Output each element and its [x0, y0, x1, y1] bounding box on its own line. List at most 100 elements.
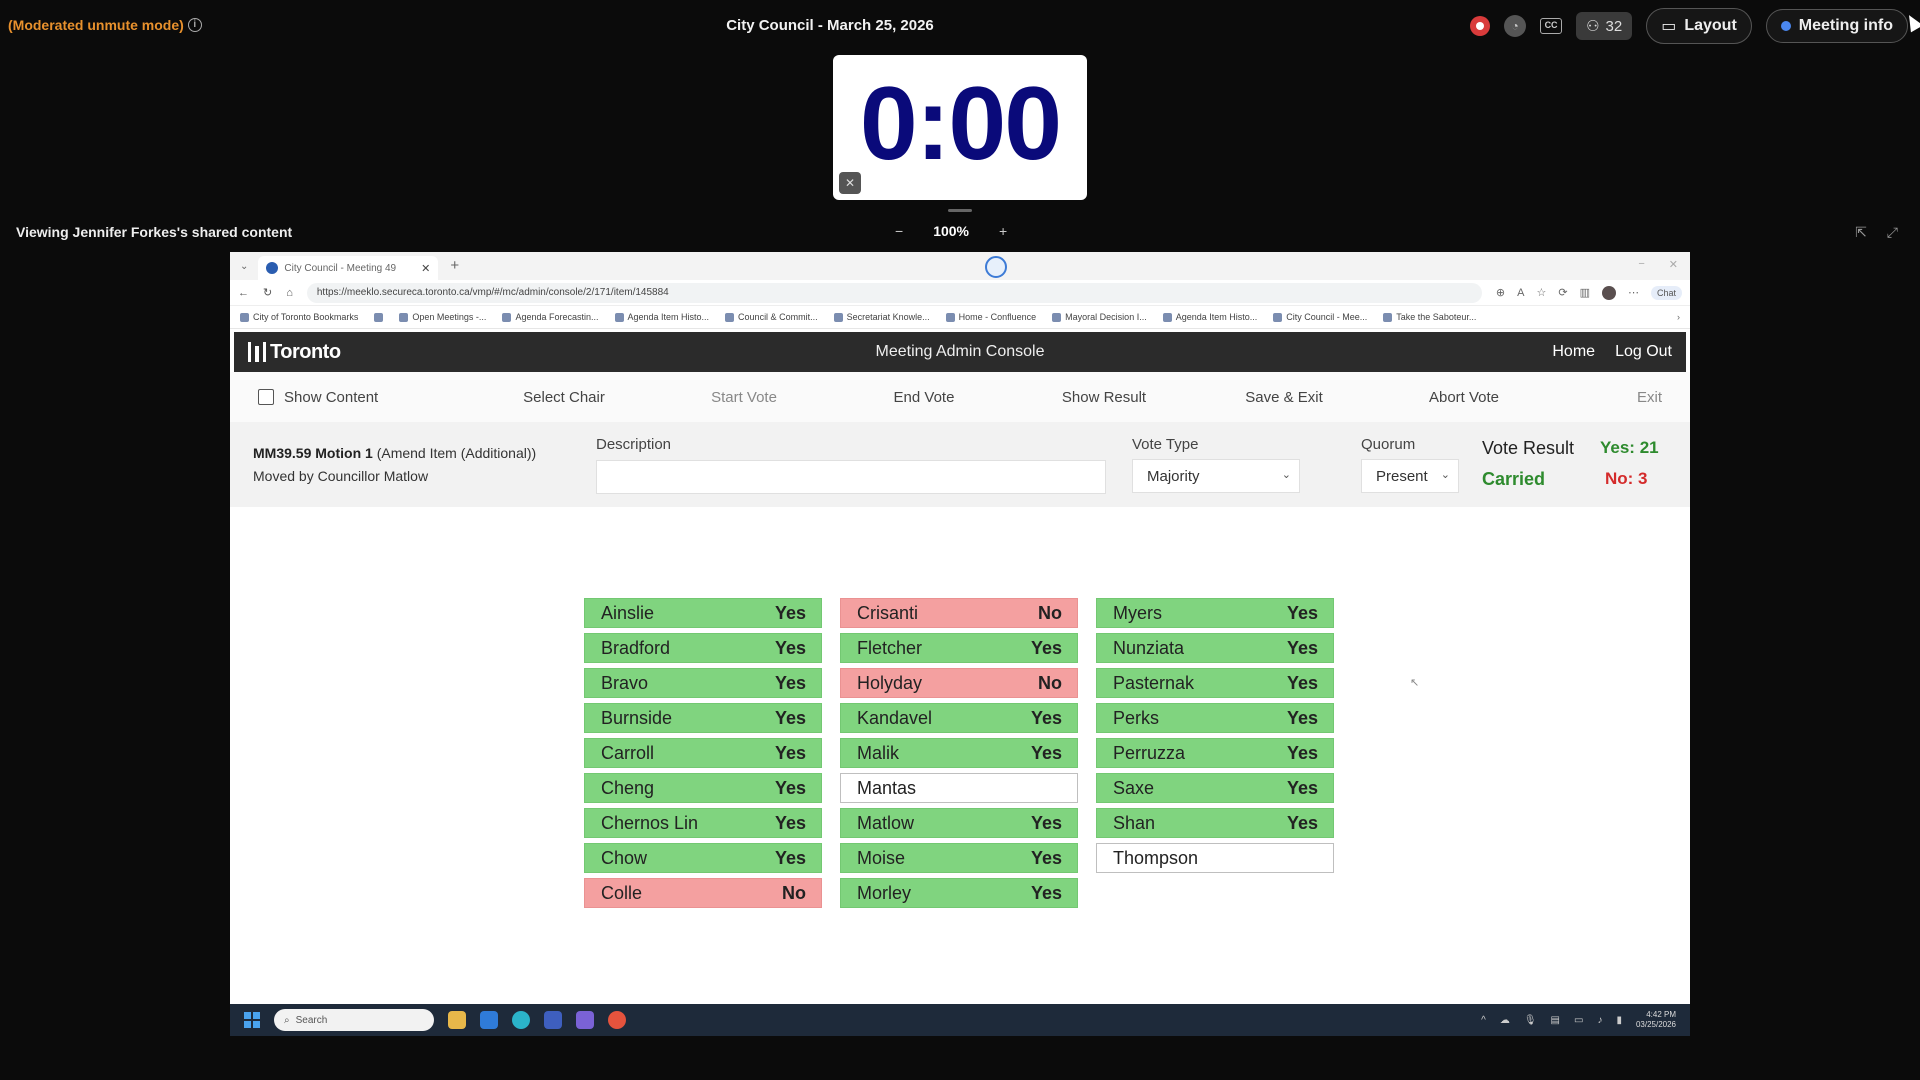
- tab-list-icon[interactable]: ⌄: [240, 261, 248, 272]
- bookmark-item[interactable]: Agenda Item Histo...: [614, 312, 709, 322]
- exit-button[interactable]: Exit: [1554, 389, 1662, 406]
- profile-avatar[interactable]: [1601, 285, 1616, 300]
- save-exit-button[interactable]: Save & Exit: [1194, 389, 1374, 406]
- layout-button[interactable]: ▭ Layout: [1646, 8, 1752, 44]
- bookmark-item[interactable]: Agenda Item Histo...: [1162, 312, 1257, 322]
- vote-cell-holyday[interactable]: Holyday No: [840, 668, 1078, 698]
- end-vote-button[interactable]: End Vote: [834, 389, 1014, 406]
- vote-cell-pasternak[interactable]: Pasternak Yes: [1096, 668, 1334, 698]
- zoom-icon[interactable]: ⊕: [1496, 286, 1505, 299]
- new-tab-icon[interactable]: +: [450, 257, 459, 274]
- minimize-icon[interactable]: −: [1638, 258, 1644, 271]
- participants-button[interactable]: ⚇ 32: [1576, 12, 1633, 40]
- word-icon[interactable]: [544, 1011, 562, 1029]
- vote-cell-perruzza[interactable]: Perruzza Yes: [1096, 738, 1334, 768]
- vote-cell-shan[interactable]: Shan Yes: [1096, 808, 1334, 838]
- vote-cell-saxe[interactable]: Saxe Yes: [1096, 773, 1334, 803]
- network-icon[interactable]: ▤: [1551, 1015, 1560, 1026]
- compass-icon[interactable]: ◔: [1504, 15, 1527, 37]
- windows-start-icon[interactable]: [244, 1012, 260, 1028]
- read-aloud-icon[interactable]: A: [1517, 287, 1524, 299]
- vote-cell-cheng[interactable]: Cheng Yes: [584, 773, 822, 803]
- screen-share-indicator-icon[interactable]: [985, 256, 1007, 278]
- show-content-checkbox[interactable]: [258, 389, 274, 405]
- description-input[interactable]: [596, 460, 1106, 494]
- tab-close-icon[interactable]: ✕: [421, 262, 430, 275]
- vote-cell-fletcher[interactable]: Fletcher Yes: [840, 633, 1078, 663]
- chrome-icon[interactable]: [608, 1011, 626, 1029]
- taskbar-search[interactable]: ⌕ Search: [274, 1009, 434, 1031]
- vote-type-select[interactable]: Majority ⌄: [1132, 459, 1300, 493]
- vote-cell-ainslie[interactable]: Ainslie Yes: [584, 598, 822, 628]
- refresh-icon[interactable]: ↻: [263, 286, 272, 299]
- vote-cell-chernos-lin[interactable]: Chernos Lin Yes: [584, 808, 822, 838]
- zoom-in-button[interactable]: +: [999, 223, 1007, 239]
- bookmark-item[interactable]: Take the Saboteur...: [1383, 312, 1476, 322]
- start-vote-button[interactable]: Start Vote: [654, 389, 834, 406]
- show-content-toggle[interactable]: Show Content: [258, 389, 474, 406]
- outlook-icon[interactable]: [480, 1011, 498, 1029]
- back-icon[interactable]: ←: [238, 287, 249, 299]
- vote-cell-bradford[interactable]: Bradford Yes: [584, 633, 822, 663]
- vote-cell-crisanti[interactable]: Crisanti No: [840, 598, 1078, 628]
- bookmark-item[interactable]: [374, 312, 384, 322]
- vote-cell-mantas[interactable]: Mantas: [840, 773, 1078, 803]
- bookmark-item[interactable]: Mayoral Decision I...: [1052, 312, 1147, 322]
- home-icon[interactable]: ⌂: [286, 287, 293, 299]
- teams-icon[interactable]: [576, 1011, 594, 1029]
- abort-vote-button[interactable]: Abort Vote: [1374, 389, 1554, 406]
- recording-icon[interactable]: [1470, 16, 1491, 36]
- bookmark-item[interactable]: City Council - Mee...: [1273, 312, 1367, 322]
- bookmark-item[interactable]: Agenda Forecastin...: [502, 312, 599, 322]
- browser-tab[interactable]: City Council - Meeting 49 ✕: [258, 256, 439, 280]
- pop-out-icon[interactable]: ⇱: [1855, 224, 1867, 241]
- mic-icon[interactable]: 🎙: [1524, 1015, 1537, 1026]
- chevron-right-icon[interactable]: ›: [1677, 312, 1680, 322]
- taskbar-clock[interactable]: 4:42 PM 03/25/2026: [1636, 1010, 1676, 1030]
- home-link[interactable]: Home: [1552, 343, 1595, 361]
- edge-icon[interactable]: [512, 1011, 530, 1029]
- fullscreen-icon[interactable]: ⤢: [1887, 224, 1898, 241]
- mic-off-icon[interactable]: ✕: [839, 172, 861, 194]
- vote-cell-colle[interactable]: Colle No: [584, 878, 822, 908]
- vote-cell-bravo[interactable]: Bravo Yes: [584, 668, 822, 698]
- more-icon[interactable]: ⋯: [1628, 286, 1639, 299]
- refresh-page-icon[interactable]: ⟳: [1558, 286, 1567, 299]
- show-result-button[interactable]: Show Result: [1014, 389, 1194, 406]
- onedrive-icon[interactable]: ☁: [1500, 1015, 1510, 1026]
- zoom-out-button[interactable]: −: [895, 223, 903, 239]
- captions-icon[interactable]: CC: [1540, 18, 1563, 34]
- vote-cell-kandavel[interactable]: Kandavel Yes: [840, 703, 1078, 733]
- bookmark-item[interactable]: City of Toronto Bookmarks: [240, 312, 358, 322]
- bookmark-item[interactable]: Secretariat Knowle...: [833, 312, 930, 322]
- volume-icon[interactable]: ♪: [1597, 1015, 1602, 1026]
- tray-chevron-icon[interactable]: ^: [1481, 1015, 1486, 1026]
- resize-handle[interactable]: [948, 209, 972, 212]
- select-chair-button[interactable]: Select Chair: [474, 389, 654, 406]
- vote-cell-carroll[interactable]: Carroll Yes: [584, 738, 822, 768]
- copilot-chat-button[interactable]: Chat: [1650, 285, 1682, 300]
- vote-cell-nunziata[interactable]: Nunziata Yes: [1096, 633, 1334, 663]
- close-window-icon[interactable]: ✕: [1669, 258, 1678, 271]
- favorite-star-icon[interactable]: ☆: [1536, 286, 1546, 299]
- toronto-logo[interactable]: Toronto: [248, 341, 341, 364]
- vote-cell-chow[interactable]: Chow Yes: [584, 843, 822, 873]
- collections-icon[interactable]: ▥: [1580, 286, 1590, 299]
- vote-cell-moise[interactable]: Moise Yes: [840, 843, 1078, 873]
- battery-icon[interactable]: ▮: [1616, 1015, 1622, 1026]
- logout-link[interactable]: Log Out: [1615, 343, 1672, 361]
- vote-cell-burnside[interactable]: Burnside Yes: [584, 703, 822, 733]
- bookmark-item[interactable]: Home - Confluence: [945, 312, 1036, 322]
- bookmark-item[interactable]: Council & Commit...: [725, 312, 818, 322]
- url-field[interactable]: https://meeklo.secureca.toronto.ca/vmp/#…: [306, 282, 1482, 303]
- vote-cell-morley[interactable]: Morley Yes: [840, 878, 1078, 908]
- vote-cell-thompson[interactable]: Thompson: [1096, 843, 1334, 873]
- vote-cell-myers[interactable]: Myers Yes: [1096, 598, 1334, 628]
- quorum-select[interactable]: Present ⌄: [1361, 459, 1459, 493]
- bookmark-item[interactable]: Open Meetings -...: [399, 312, 486, 322]
- vote-cell-matlow[interactable]: Matlow Yes: [840, 808, 1078, 838]
- vote-cell-perks[interactable]: Perks Yes: [1096, 703, 1334, 733]
- file-explorer-icon[interactable]: [448, 1011, 466, 1029]
- display-icon[interactable]: ▭: [1574, 1015, 1583, 1026]
- vote-cell-malik[interactable]: Malik Yes: [840, 738, 1078, 768]
